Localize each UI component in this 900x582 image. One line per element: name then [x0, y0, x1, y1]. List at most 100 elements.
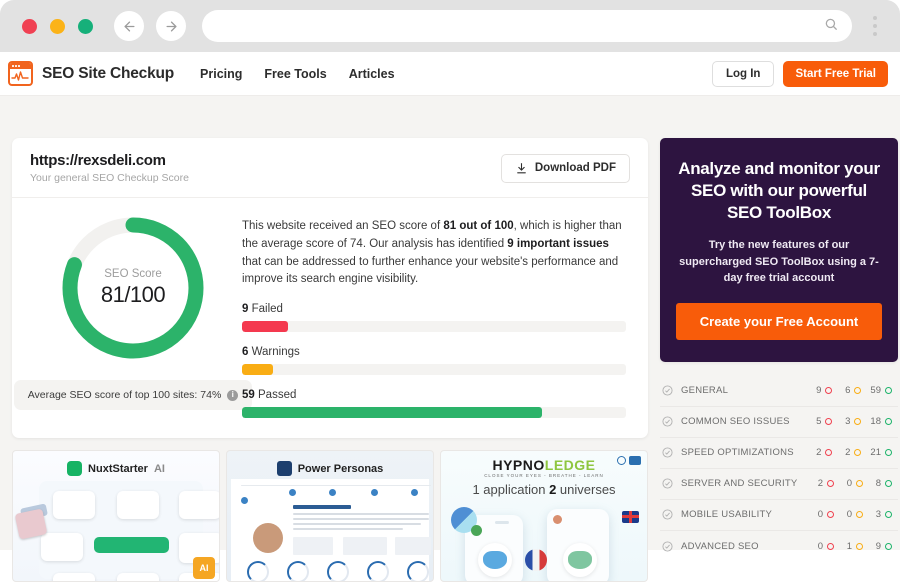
warning-indicator-icon — [854, 387, 862, 395]
thumbnail-3-headline-c: universes — [556, 482, 616, 498]
maximize-window-button[interactable] — [78, 18, 93, 34]
card-icon — [629, 456, 641, 466]
minimize-window-button[interactable] — [50, 18, 65, 34]
thumbnail-1-title-b: AI — [153, 462, 165, 475]
thumbnail-3-title-b: LEDGE — [544, 457, 596, 474]
category-counts: 0 0 3 — [814, 509, 892, 520]
download-icon — [517, 162, 526, 173]
pulse-icon — [11, 71, 29, 81]
category-row-mobile-usability[interactable]: MOBILE USABILITY 0 0 3 — [660, 500, 898, 531]
category-warnings: 2 — [841, 447, 862, 458]
score-gauge-section: SEO Score 81/100 Average SEO score of to… — [13, 212, 253, 418]
category-failed-count: 0 — [817, 509, 823, 521]
warning-indicator-icon — [854, 418, 862, 426]
failed-indicator-icon — [825, 418, 833, 426]
category-failed: 0 — [814, 541, 834, 552]
summary-part-1: This website received an SEO score of — [242, 220, 444, 232]
category-warnings: 1 — [843, 541, 863, 552]
category-failed-count: 5 — [816, 416, 822, 428]
category-failed: 5 — [812, 416, 833, 428]
category-passed-count: 18 — [870, 416, 881, 428]
forward-button[interactable] — [156, 11, 186, 41]
category-passed: 8 — [872, 478, 892, 489]
category-warnings-count: 6 — [845, 385, 851, 397]
passed-indicator-icon — [885, 511, 892, 519]
category-passed-count: 59 — [870, 385, 881, 397]
category-row-server-and-security[interactable]: SERVER AND SECURITY 2 0 8 — [660, 469, 898, 500]
passed-indicator-icon — [885, 387, 892, 395]
kebab-dot — [873, 24, 877, 28]
category-failed: 0 — [814, 509, 834, 520]
brand-logo[interactable]: SEO Site Checkup — [8, 61, 174, 86]
download-pdf-button[interactable]: Download PDF — [500, 153, 630, 183]
category-passed: 18 — [870, 416, 892, 427]
thumbnail-power-personas[interactable]: Power Personas — [226, 450, 434, 582]
create-free-account-button[interactable]: Create your Free Account — [676, 302, 882, 340]
promo-title: Analyze and monitor your SEO with our po… — [678, 159, 880, 222]
category-failed-count: 2 — [817, 478, 823, 490]
nav-item-articles[interactable]: Articles — [349, 67, 395, 81]
warning-indicator-icon — [856, 480, 863, 488]
stat-failed: 9 Failed — [242, 303, 626, 333]
seo-score-gauge: SEO Score 81/100 — [57, 212, 209, 364]
download-pdf-label: Download PDF — [534, 162, 616, 174]
address-bar[interactable] — [202, 10, 852, 42]
category-warnings-count: 0 — [846, 509, 852, 521]
gauge-value: 81/100 — [100, 282, 166, 307]
stat-passed-text: Passed — [258, 389, 297, 402]
failed-indicator-icon — [827, 511, 834, 519]
brand-name: SEO Site Checkup — [42, 64, 175, 82]
showcase-thumbnails: NuxtStarter AI AI Power Personas HYPNOLE… — [12, 450, 648, 582]
start-free-trial-button[interactable]: Start Free Trial — [783, 60, 888, 87]
back-button[interactable] — [114, 11, 144, 41]
category-row-general[interactable]: GENERAL 9 6 59 — [660, 376, 898, 407]
stat-failed-label: 9 Failed — [242, 303, 626, 315]
category-warnings: 0 — [843, 478, 863, 489]
category-name: COMMON SEO ISSUES — [681, 416, 790, 428]
category-row-common-seo-issues[interactable]: COMMON SEO ISSUES 5 3 18 — [660, 407, 898, 438]
category-row-speed-optimizations[interactable]: SPEED OPTIMIZATIONS 2 2 21 — [660, 438, 898, 469]
thumbnail-3-icons — [617, 456, 641, 466]
check-circle-icon — [662, 385, 673, 396]
nav-item-pricing[interactable]: Pricing — [200, 67, 242, 81]
info-circle-icon — [617, 456, 626, 466]
category-passed-count: 8 — [875, 478, 881, 490]
check-circle-icon — [662, 416, 673, 427]
category-counts: 5 3 18 — [812, 416, 892, 427]
category-name: SERVER AND SECURITY — [681, 478, 798, 490]
info-icon[interactable]: i — [227, 389, 239, 401]
category-summary-list: GENERAL 9 6 59 COMMON SEO ISSUES 5 3 18 … — [660, 376, 898, 562]
stat-passed-fill — [242, 407, 542, 419]
browser-chrome — [0, 0, 900, 52]
check-circle-icon — [662, 541, 673, 552]
login-button[interactable]: Log In — [711, 60, 775, 87]
stat-passed-count: 59 — [242, 389, 255, 402]
stat-failed-text: Failed — [251, 303, 283, 316]
category-counts: 9 6 59 — [812, 385, 892, 396]
nav-item-free-tools[interactable]: Free Tools — [264, 67, 326, 81]
thumbnail-2-title-a: Power Personas — [297, 462, 384, 475]
search-icon[interactable] — [824, 17, 838, 36]
category-failed-count: 2 — [816, 447, 822, 459]
category-passed-count: 9 — [875, 540, 881, 552]
seo-site-checkup-icon — [8, 61, 33, 86]
warning-indicator-icon — [856, 542, 863, 550]
category-warnings: 3 — [841, 416, 862, 427]
category-passed-count: 3 — [875, 509, 881, 521]
stat-warnings-count: 6 — [242, 346, 249, 359]
promo-card: Analyze and monitor your SEO with our po… — [660, 138, 898, 362]
passed-indicator-icon — [885, 418, 892, 426]
thumbnail-hypnoledge[interactable]: HYPNOLEDGE CLOSE YOUR EYES - BREATHE - L… — [440, 450, 648, 582]
stat-passed-track — [242, 407, 626, 419]
thumbnail-3-headline: 1 application 2 universes — [441, 482, 647, 497]
passed-indicator-icon — [885, 449, 892, 457]
close-window-button[interactable] — [22, 18, 37, 34]
category-passed-count: 21 — [870, 447, 881, 459]
thumbnail-1-diagram — [39, 481, 219, 582]
browser-menu-button[interactable] — [864, 10, 886, 42]
category-row-advanced-seo[interactable]: ADVANCED SEO 0 1 9 — [660, 531, 898, 562]
header-actions: Log In Start Free Trial — [711, 60, 888, 87]
passed-indicator-icon — [885, 542, 892, 550]
thumbnail-nuxtstarter-ai[interactable]: NuxtStarter AI AI — [12, 450, 220, 582]
category-counts: 2 0 8 — [814, 478, 892, 489]
